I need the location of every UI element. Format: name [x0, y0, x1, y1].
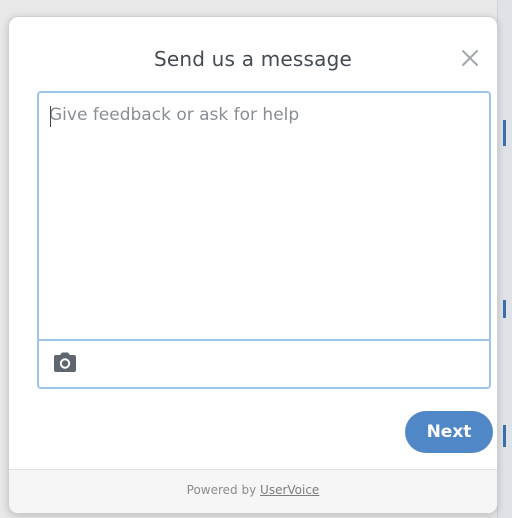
text-caret [50, 106, 51, 127]
dialog-header: Send us a message [9, 17, 497, 91]
dialog-title: Send us a message [153, 47, 353, 71]
page-edge-accent [503, 425, 506, 447]
attach-screenshot-button[interactable] [52, 351, 78, 375]
uservoice-link[interactable]: UserVoice [260, 483, 319, 497]
dialog-footer: Powered by UserVoice [9, 469, 497, 513]
underlying-page-edge [497, 0, 512, 518]
powered-by-text: Powered by [186, 483, 261, 497]
contact-dialog: Send us a message Next Powered by UserVo… [8, 16, 498, 514]
message-input[interactable] [39, 93, 489, 339]
next-button[interactable]: Next [405, 411, 493, 453]
message-composer [37, 91, 491, 389]
page-edge-accent [503, 120, 506, 146]
close-button[interactable] [457, 45, 483, 71]
composer-toolbar [39, 339, 489, 387]
close-icon [462, 50, 478, 66]
page-edge-accent [503, 300, 506, 318]
camera-icon [54, 352, 76, 372]
